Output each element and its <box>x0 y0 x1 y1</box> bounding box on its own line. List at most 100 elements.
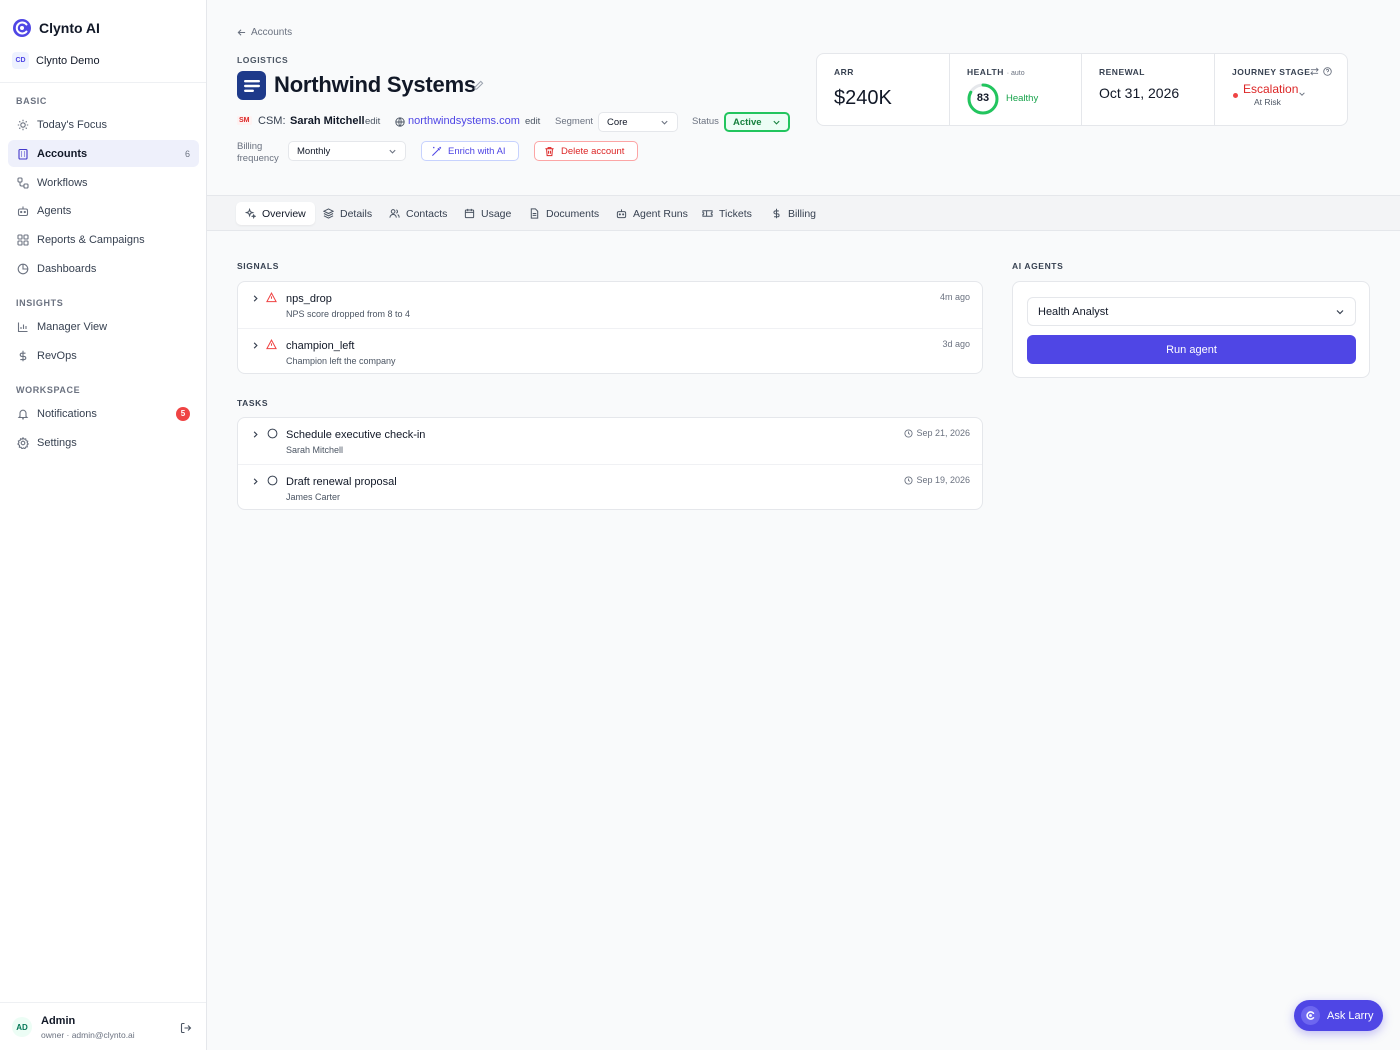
pie-chart-icon <box>17 263 29 275</box>
building-icon <box>17 148 29 160</box>
layers-icon <box>323 208 334 219</box>
sidebar-item-label: Accounts <box>37 147 88 160</box>
run-agent-button[interactable]: Run agent <box>1027 335 1356 364</box>
ticket-icon <box>702 208 713 219</box>
status-select[interactable]: Active <box>724 112 790 132</box>
edit-name-icon[interactable] <box>473 80 484 91</box>
billing-frequency-select[interactable]: Monthly <box>288 141 406 161</box>
user-profile[interactable]: AD Admin owner · admin@clynto.ai <box>0 1002 206 1050</box>
list-item[interactable]: nps_drop NPS score dropped from 8 to 4 4… <box>238 282 982 328</box>
task-title: Draft renewal proposal <box>286 476 397 488</box>
notification-badge: 5 <box>176 406 190 421</box>
tab-documents[interactable]: Documents <box>520 202 608 225</box>
account-logo <box>237 71 266 100</box>
sidebar-item-agents[interactable]: Agents <box>8 197 199 224</box>
edit-csm-link[interactable]: edit <box>365 116 380 127</box>
user-name: Admin <box>41 1015 76 1027</box>
tab-agent-runs[interactable]: Agent Runs <box>607 202 697 225</box>
signal-time: 4m ago <box>939 292 970 302</box>
enrich-label: Enrich with AI <box>448 145 506 157</box>
list-item[interactable]: Draft renewal proposal James Carter Sep … <box>238 464 982 510</box>
sidebar-item-dashboards[interactable]: Dashboards <box>8 255 199 282</box>
task-checkbox[interactable] <box>267 428 278 439</box>
tab-contacts[interactable]: Contacts <box>380 202 456 225</box>
sidebar-item-label: Notifications <box>37 407 97 420</box>
section-label-basic: BASIC <box>16 96 48 106</box>
document-icon <box>529 208 540 219</box>
sidebar-item-accounts[interactable]: Accounts 6 <box>8 140 199 167</box>
bot-icon <box>616 208 627 219</box>
journey-label: JOURNEY STAGE <box>1232 67 1311 77</box>
help-icon[interactable] <box>1323 67 1332 76</box>
sidebar-item-manager-view[interactable]: Manager View <box>8 313 199 340</box>
arr-value: $240K <box>834 87 892 109</box>
sidebar-item-label: Agents <box>37 204 72 217</box>
sidebar-item-label: Dashboards <box>37 262 97 275</box>
enrich-with-ai-button[interactable]: Enrich with AI <box>421 141 519 161</box>
chevron-right-icon[interactable] <box>251 341 260 350</box>
status-label: Status <box>692 116 719 127</box>
sparkle-icon <box>245 208 256 219</box>
list-item[interactable]: Schedule executive check-in Sarah Mitche… <box>238 418 982 464</box>
org-name: Clynto Demo <box>36 54 100 67</box>
task-due-date: Sep 19, 2026 <box>916 475 970 485</box>
sidebar-item-revops[interactable]: RevOps <box>8 342 199 369</box>
sidebar: Clynto AI CD Clynto Demo BASIC Today's F… <box>0 0 207 1050</box>
ask-larry-button[interactable]: Ask Larry <box>1294 1000 1383 1031</box>
sidebar-item-reports-campaigns[interactable]: Reports & Campaigns <box>8 226 199 253</box>
ask-larry-label: Ask Larry <box>1327 1009 1374 1022</box>
org-switcher[interactable]: CD Clynto Demo <box>12 52 100 69</box>
signal-time: 3d ago <box>942 339 970 349</box>
chevron-down-icon <box>660 118 669 127</box>
health-label-text: HEALTH <box>967 67 1004 77</box>
swap-icon[interactable] <box>1310 67 1319 76</box>
segment-value: Core <box>607 116 628 128</box>
sidebar-item-settings[interactable]: Settings <box>8 429 199 456</box>
accounts-count: 6 <box>184 148 190 159</box>
tab-details[interactable]: Details <box>314 202 381 225</box>
tab-label: Tickets <box>719 207 752 220</box>
renewal-value: Oct 31, 2026 <box>1099 85 1180 101</box>
bar-chart-icon <box>17 321 29 333</box>
agent-select[interactable]: Health Analyst <box>1027 297 1356 326</box>
sidebar-item-workflows[interactable]: Workflows <box>8 169 199 196</box>
edit-website-link[interactable]: edit <box>525 116 540 127</box>
tab-tickets[interactable]: Tickets <box>693 202 761 225</box>
brand[interactable]: Clynto AI <box>12 18 100 38</box>
gear-icon <box>17 436 29 449</box>
journey-stage-stat[interactable]: JOURNEY STAGE Escalation At Risk <box>1215 54 1347 125</box>
tasks-list: Schedule executive check-in Sarah Mitche… <box>237 417 983 510</box>
list-item[interactable]: champion_left Champion left the company … <box>238 328 982 374</box>
trash-icon <box>544 146 555 157</box>
health-auto-label: · auto <box>1006 70 1025 77</box>
csm-label: CSM: <box>258 115 286 127</box>
arrow-left-icon <box>237 28 246 37</box>
task-due: Sep 21, 2026 <box>904 428 970 438</box>
tab-billing[interactable]: Billing <box>762 202 825 225</box>
task-checkbox[interactable] <box>267 475 278 486</box>
tab-usage[interactable]: Usage <box>455 202 520 225</box>
task-title: Schedule executive check-in <box>286 429 426 441</box>
task-due-date: Sep 21, 2026 <box>916 428 970 438</box>
website-link[interactable]: northwindsystems.com <box>408 115 520 127</box>
delete-account-button[interactable]: Delete account <box>534 141 638 161</box>
sidebar-item-todays-focus[interactable]: Today's Focus <box>8 111 199 138</box>
signal-description: NPS score dropped from 8 to 4 <box>286 309 411 319</box>
bell-icon <box>17 408 29 420</box>
logout-icon[interactable] <box>180 1022 192 1034</box>
sidebar-item-label: Manager View <box>37 320 108 333</box>
breadcrumb-back[interactable]: Accounts <box>237 27 292 38</box>
chevron-down-icon <box>1335 307 1345 317</box>
sidebar-item-notifications[interactable]: Notifications 5 <box>8 400 199 427</box>
segment-select[interactable]: Core <box>598 112 678 132</box>
chevron-right-icon[interactable] <box>251 294 260 303</box>
chevron-down-icon <box>388 147 397 156</box>
grid-icon <box>17 233 29 246</box>
renewal-stat: RENEWAL Oct 31, 2026 <box>1082 54 1215 125</box>
task-owner: James Carter <box>286 492 341 502</box>
tab-overview[interactable]: Overview <box>236 202 315 225</box>
renewal-label: RENEWAL <box>1099 67 1145 77</box>
chevron-right-icon[interactable] <box>251 477 260 486</box>
tab-label: Billing <box>788 207 817 220</box>
chevron-right-icon[interactable] <box>251 430 260 439</box>
